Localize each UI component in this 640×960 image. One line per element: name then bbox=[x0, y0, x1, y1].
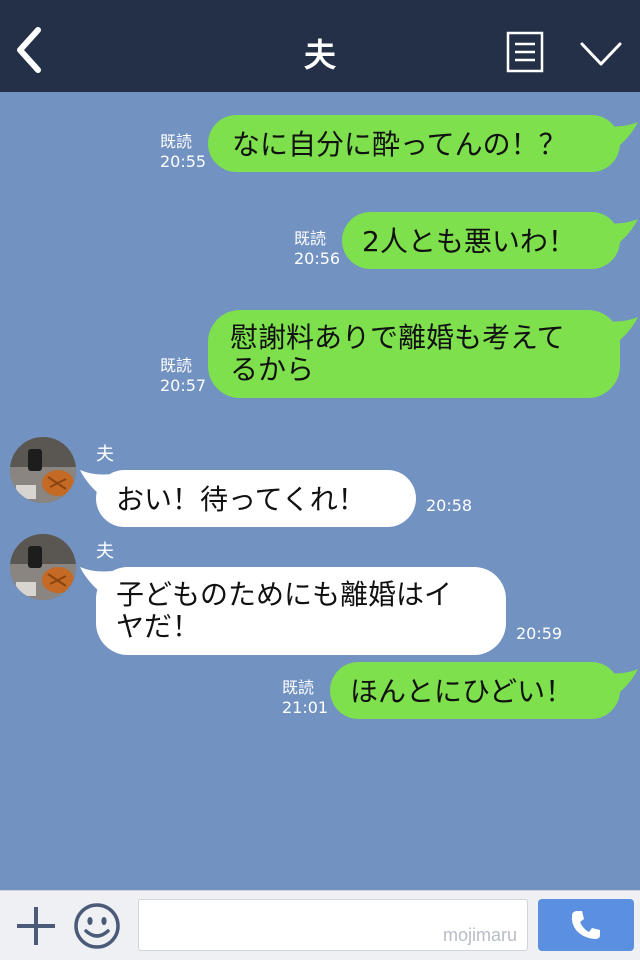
read-receipt: 既読 21:01 bbox=[282, 678, 329, 717]
back-arrow-icon[interactable] bbox=[10, 22, 50, 78]
read-receipt: 既読 20:57 bbox=[160, 356, 207, 395]
message-text: おい！待ってくれ！ bbox=[116, 483, 366, 516]
sender-name: 夫 bbox=[96, 444, 114, 465]
avatar[interactable] bbox=[10, 437, 76, 503]
message-bubble-theirs[interactable]: おい！待ってくれ！ bbox=[96, 470, 416, 527]
message-bubble-mine[interactable]: 2人とも悪いわ！ bbox=[342, 212, 620, 269]
chevron-down-icon[interactable] bbox=[578, 38, 624, 70]
avatar[interactable] bbox=[10, 534, 76, 600]
bubble-tail bbox=[606, 122, 638, 150]
message-text-line: るから bbox=[230, 353, 315, 386]
message-text-line: ヤだ！ bbox=[116, 610, 201, 643]
input-bar: mojimaru bbox=[0, 890, 640, 960]
read-receipt: 既読 20:56 bbox=[294, 229, 341, 268]
call-button[interactable] bbox=[538, 899, 634, 951]
message-bubble-theirs[interactable]: 子どものためにも離婚はイ ヤだ！ bbox=[96, 567, 506, 655]
chat-area[interactable]: 既読 20:55 なに自分に酔ってんの！？ 既読 20:56 2人とも悪いわ！ … bbox=[0, 92, 640, 890]
bubble-tail bbox=[606, 219, 638, 247]
plus-icon[interactable] bbox=[14, 901, 58, 949]
bubble-tail bbox=[606, 317, 638, 345]
message-bubble-mine[interactable]: なに自分に酔ってんの！？ bbox=[208, 115, 620, 172]
message-input[interactable]: mojimaru bbox=[138, 899, 528, 951]
phone-icon bbox=[571, 911, 600, 939]
bubble-tail bbox=[606, 669, 638, 697]
message-text: 2人とも悪いわ！ bbox=[362, 225, 576, 258]
message-time: 20:59 bbox=[516, 624, 563, 643]
sender-name: 夫 bbox=[96, 541, 114, 562]
message-text-line: 慰謝料ありで離婚も考えて bbox=[230, 321, 565, 354]
message-text: ほんとにひどい！ bbox=[350, 675, 574, 708]
message-bubble-mine[interactable]: 慰謝料ありで離婚も考えて るから bbox=[208, 310, 620, 398]
message-bubble-mine[interactable]: ほんとにひどい！ bbox=[330, 662, 620, 719]
notes-icon[interactable] bbox=[506, 31, 544, 73]
message-text: なに自分に酔ってんの！？ bbox=[232, 128, 567, 161]
message-text-line: 子どものためにも離婚はイ bbox=[116, 578, 453, 611]
emoji-icon[interactable] bbox=[72, 901, 122, 951]
header-bar: 夫 bbox=[0, 0, 640, 92]
message-time: 20:58 bbox=[426, 496, 473, 515]
chat-title: 夫 bbox=[303, 36, 336, 74]
watermark: mojimaru bbox=[442, 925, 517, 945]
read-receipt: 既読 20:55 bbox=[160, 132, 207, 171]
